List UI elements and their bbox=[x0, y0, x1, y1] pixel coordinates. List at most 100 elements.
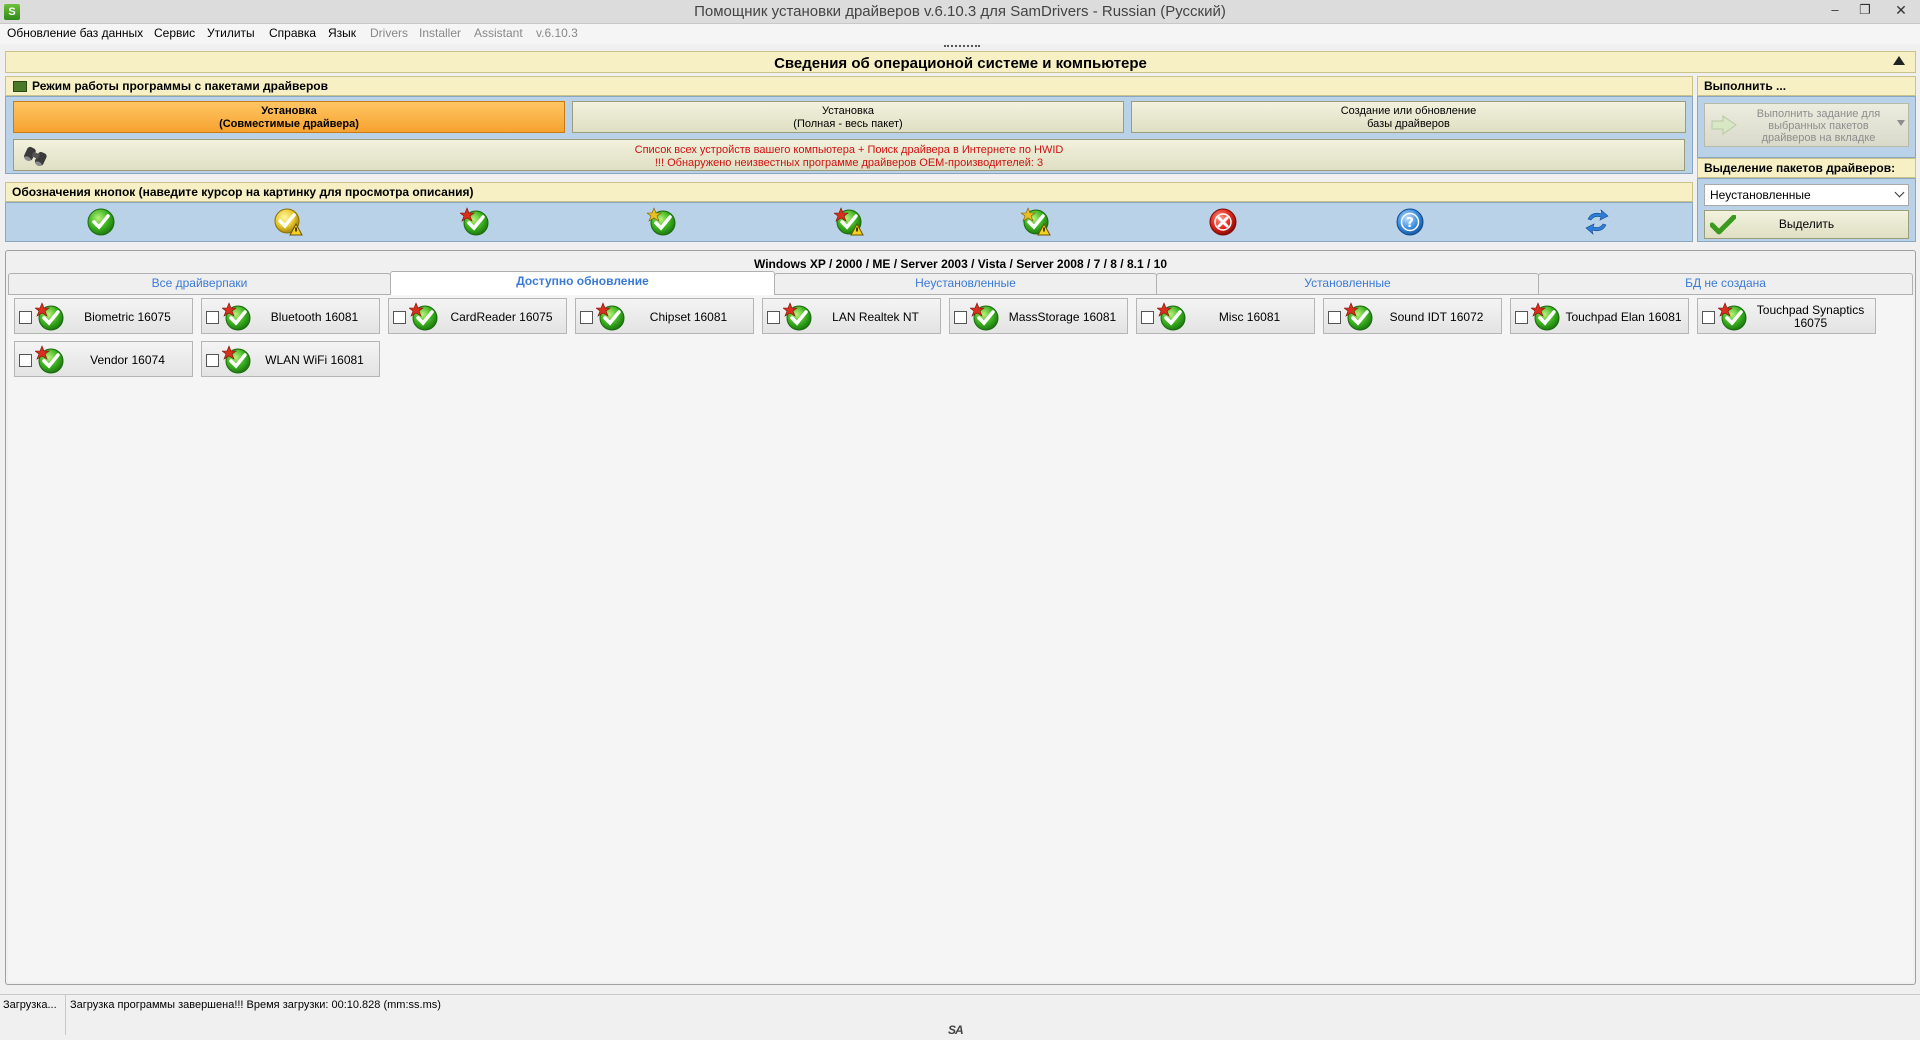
arrow-right-icon bbox=[1711, 115, 1737, 135]
selection-combo[interactable]: Неустановленные bbox=[1704, 184, 1909, 206]
package-checkbox[interactable] bbox=[767, 311, 780, 324]
button-line2: (Полная - весь пакет) bbox=[793, 118, 903, 130]
package-label: WLAN WiFi 16081 bbox=[265, 352, 364, 367]
package-label: Sound IDT 16072 bbox=[1389, 309, 1484, 324]
package-button[interactable]: LAN Realtek NT bbox=[762, 298, 941, 334]
button-line2: базы драйверов bbox=[1367, 118, 1450, 130]
section-header[interactable]: Сведения об операционой системе и компью… bbox=[5, 51, 1916, 73]
star-green-check-icon bbox=[1531, 302, 1560, 331]
menu-drivers[interactable]: Drivers bbox=[370, 26, 408, 40]
tab-db-not-created[interactable]: БД не создана bbox=[1538, 273, 1913, 294]
tab-update-available[interactable]: Доступно обновление bbox=[390, 271, 775, 295]
mode-panel: Установка (Совместимые драйвера) Установ… bbox=[5, 96, 1693, 174]
package-label: Misc 16081 bbox=[1218, 309, 1281, 324]
status-separator bbox=[65, 995, 66, 1035]
dropdown-arrow-icon[interactable] bbox=[1897, 120, 1905, 126]
red-cross-icon[interactable] bbox=[1208, 207, 1238, 237]
menu-service[interactable]: Сервис bbox=[154, 26, 195, 40]
collapse-arrow-icon[interactable] bbox=[1893, 56, 1905, 65]
package-button[interactable]: CardReader 16075 bbox=[388, 298, 567, 334]
install-full-button[interactable]: Установка (Полная - весь пакет) bbox=[572, 101, 1124, 133]
package-checkbox[interactable] bbox=[954, 311, 967, 324]
splitter-grip[interactable] bbox=[944, 45, 980, 49]
menu-installer[interactable]: Installer bbox=[419, 26, 461, 40]
package-label: Vendor 16074 bbox=[90, 352, 165, 367]
button-line1: Установка bbox=[822, 105, 874, 117]
package-button[interactable]: Chipset 16081 bbox=[575, 298, 754, 334]
menu-language[interactable]: Язык bbox=[328, 26, 356, 40]
package-label: Biometric 16075 bbox=[84, 309, 171, 324]
install-compatible-button[interactable]: Установка (Совместимые драйвера) bbox=[13, 101, 565, 133]
package-checkbox[interactable] bbox=[206, 354, 219, 367]
package-checkbox[interactable] bbox=[1141, 311, 1154, 324]
select-button[interactable]: Выделить bbox=[1704, 210, 1909, 239]
button-line2: (Совместимые драйвера) bbox=[219, 118, 359, 130]
execute-heading: Выполнить ... bbox=[1697, 76, 1916, 96]
svg-text:?: ? bbox=[1406, 216, 1414, 231]
mode-heading-text: Режим работы программы с пакетами драйве… bbox=[32, 79, 328, 93]
menu-update-databases[interactable]: Обновление баз данных bbox=[7, 26, 143, 40]
tab-content: Biometric 16075 Bluetooth 16081 CardReader… bbox=[8, 294, 1913, 982]
package-button[interactable]: Sound IDT 16072 bbox=[1323, 298, 1502, 334]
chevron-down-icon bbox=[1894, 187, 1905, 198]
package-button[interactable]: Vendor 16074 bbox=[14, 341, 193, 377]
legend-heading: Обозначения кнопок (наведите курсор на к… bbox=[5, 182, 1693, 202]
package-button[interactable]: Touchpad Elan 16081 bbox=[1510, 298, 1689, 334]
status-left: Загрузка... bbox=[3, 999, 57, 1011]
yellow-check-warning-icon[interactable] bbox=[273, 207, 303, 237]
button-line1: Создание или обновление bbox=[1340, 105, 1477, 117]
blue-question-icon[interactable]: ? bbox=[1395, 207, 1425, 237]
menu-help[interactable]: Справка bbox=[269, 26, 316, 40]
green-checkmark-icon bbox=[1710, 215, 1736, 235]
package-checkbox[interactable] bbox=[206, 311, 219, 324]
package-checkbox[interactable] bbox=[1515, 311, 1528, 324]
package-checkbox[interactable] bbox=[393, 311, 406, 324]
package-label: Touchpad Elan 16081 bbox=[1565, 309, 1682, 324]
menu-utilities[interactable]: Утилиты bbox=[207, 26, 255, 40]
package-button[interactable]: Biometric 16075 bbox=[14, 298, 193, 334]
star-green-check-icon[interactable] bbox=[460, 207, 490, 237]
green-check-icon[interactable] bbox=[86, 207, 116, 237]
create-database-button[interactable]: Создание или обновление базы драйверов bbox=[1131, 101, 1686, 133]
package-checkbox[interactable] bbox=[1328, 311, 1341, 324]
package-button[interactable]: Bluetooth 16081 bbox=[201, 298, 380, 334]
package-checkbox[interactable] bbox=[19, 311, 32, 324]
star-green-check-icon bbox=[222, 345, 251, 374]
close-icon[interactable]: ✕ bbox=[1886, 0, 1916, 22]
legend-panel: ? bbox=[5, 202, 1693, 242]
package-checkbox[interactable] bbox=[1702, 311, 1715, 324]
package-button[interactable]: Misc 16081 bbox=[1136, 298, 1315, 334]
star-green-check-icon bbox=[970, 302, 999, 331]
package-button[interactable]: Touchpad Synaptics 16075 bbox=[1697, 298, 1876, 334]
window-title: Помощник установки драйверов v.6.10.3 дл… bbox=[694, 3, 1226, 20]
restore-icon[interactable]: ❐ bbox=[1850, 0, 1880, 22]
button-line1: Установка bbox=[261, 105, 317, 117]
selection-heading: Выделение пакетов драйверов: bbox=[1697, 158, 1916, 178]
star-green-check-icon bbox=[222, 302, 251, 331]
star-green-check-icon bbox=[1344, 302, 1373, 331]
hwid-search-button[interactable]: Список всех устройств вашего компьютера … bbox=[13, 139, 1685, 171]
star-green-check-icon bbox=[1157, 302, 1186, 331]
status-bar: Загрузка... Загрузка программы завершена… bbox=[0, 994, 1920, 1040]
star-green-check-icon[interactable] bbox=[647, 207, 677, 237]
hwid-line2: !!! Обнаружено неизвестных программе дра… bbox=[654, 157, 1044, 169]
minimize-icon[interactable]: ‒ bbox=[1820, 0, 1850, 22]
package-checkbox[interactable] bbox=[580, 311, 593, 324]
package-checkbox[interactable] bbox=[19, 354, 32, 367]
status-message: Загрузка программы завершена!!! Время за… bbox=[70, 999, 441, 1011]
star-check-warning-icon[interactable] bbox=[834, 207, 864, 237]
package-button[interactable]: MassStorage 16081 bbox=[949, 298, 1128, 334]
star-check-warning-icon[interactable] bbox=[1021, 207, 1051, 237]
selection-combo-value: Неустановленные bbox=[1710, 188, 1811, 202]
tab-installed[interactable]: Установленные bbox=[1156, 273, 1539, 294]
blue-refresh-arrows-icon[interactable] bbox=[1582, 207, 1612, 237]
mode-heading: Режим работы программы с пакетами драйве… bbox=[5, 76, 1693, 96]
hwid-line1: Список всех устройств вашего компьютера … bbox=[634, 144, 1064, 156]
star-green-check-icon bbox=[783, 302, 812, 331]
menu-assistant[interactable]: Assistant bbox=[474, 26, 523, 40]
tab-all-driverpacks[interactable]: Все драйверпаки bbox=[8, 273, 391, 294]
package-label: Touchpad Synaptics 16075 bbox=[1756, 303, 1865, 330]
tab-not-installed[interactable]: Неустановленные bbox=[774, 273, 1157, 294]
execute-button[interactable]: Выполнить задание для выбранных пакетов … bbox=[1704, 103, 1909, 147]
package-button[interactable]: WLAN WiFi 16081 bbox=[201, 341, 380, 377]
